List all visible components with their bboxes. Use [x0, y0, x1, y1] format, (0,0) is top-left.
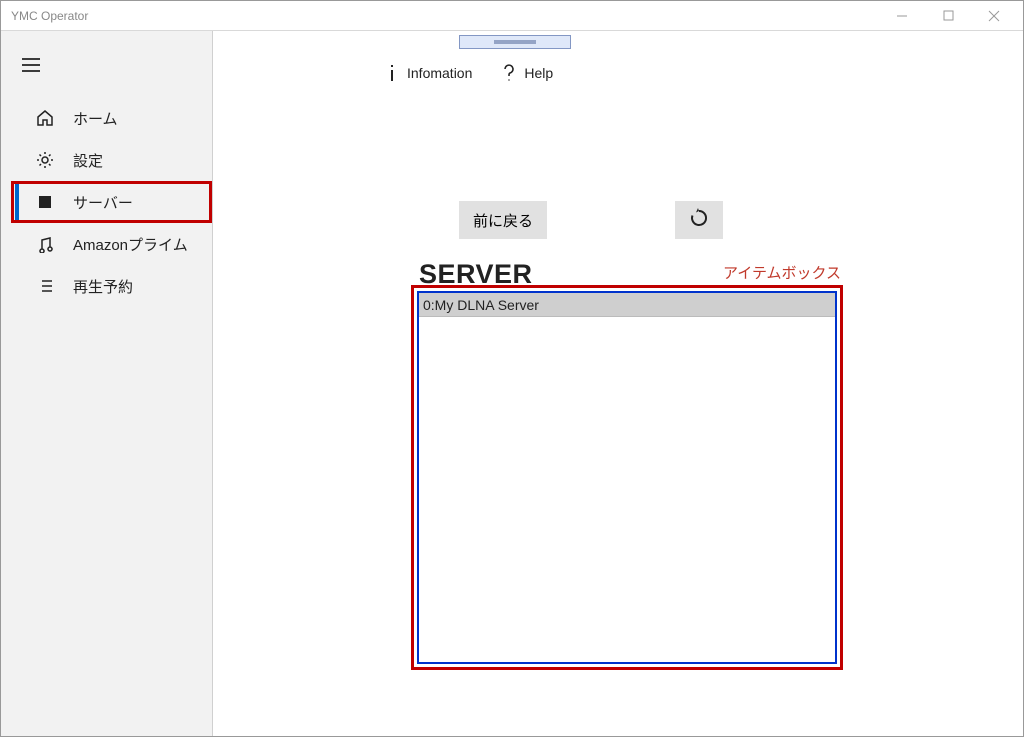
window-title: YMC Operator	[11, 9, 88, 23]
info-icon	[383, 64, 401, 82]
sidebar-item-label: 再生予約	[73, 276, 133, 297]
nav-indicator	[15, 139, 19, 181]
sidebar-item-settings[interactable]: 設定	[1, 139, 212, 181]
back-button-label: 前に戻る	[473, 210, 533, 231]
reload-icon	[689, 208, 709, 232]
sidebar: ホーム 設定 サーバー Amazonプライム	[1, 31, 213, 736]
help-icon	[500, 64, 518, 82]
nav-indicator	[15, 181, 19, 223]
drag-handle-grip	[494, 41, 536, 44]
server-listbox[interactable]: 0:My DLNA Server	[417, 291, 837, 664]
music-icon	[35, 234, 55, 254]
client-area: ホーム 設定 サーバー Amazonプライム	[1, 31, 1023, 736]
titlebar: YMC Operator	[1, 1, 1023, 31]
hamburger-button[interactable]	[11, 47, 51, 83]
info-label: Infomation	[407, 65, 472, 81]
reload-button[interactable]	[675, 201, 723, 239]
main-panel: Infomation Help 前に戻る SERVER アイテムボックス	[213, 31, 1023, 736]
annotation-itembox: アイテムボックス	[723, 262, 841, 283]
maximize-button[interactable]	[925, 1, 971, 31]
sidebar-item-label: ホーム	[73, 108, 118, 129]
itembox-highlight: 0:My DLNA Server	[411, 285, 843, 670]
sidebar-item-home[interactable]: ホーム	[1, 97, 212, 139]
sidebar-item-amazon[interactable]: Amazonプライム	[1, 223, 212, 265]
nav-indicator	[15, 223, 19, 265]
drag-handle[interactable]	[459, 35, 571, 49]
info-button[interactable]: Infomation	[383, 64, 472, 82]
nav-indicator	[15, 97, 19, 139]
help-label: Help	[524, 65, 553, 81]
sidebar-item-label: Amazonプライム	[73, 234, 188, 255]
nav-indicator	[15, 265, 19, 307]
help-button[interactable]: Help	[500, 64, 553, 82]
close-button[interactable]	[971, 1, 1017, 31]
list-icon	[35, 276, 55, 296]
minimize-button[interactable]	[879, 1, 925, 31]
sidebar-item-label: 設定	[73, 150, 103, 171]
back-button[interactable]: 前に戻る	[459, 201, 547, 239]
controls-row: 前に戻る	[459, 201, 723, 239]
sidebar-item-server[interactable]: サーバー	[1, 181, 212, 223]
gear-icon	[35, 150, 55, 170]
info-toolbar: Infomation Help	[383, 64, 553, 82]
server-icon	[35, 192, 55, 212]
sidebar-item-label: サーバー	[73, 192, 133, 213]
sidebar-item-schedule[interactable]: 再生予約	[1, 265, 212, 307]
server-list-item[interactable]: 0:My DLNA Server	[419, 293, 835, 317]
server-list-item-label: 0:My DLNA Server	[423, 297, 539, 313]
home-icon	[35, 108, 55, 128]
